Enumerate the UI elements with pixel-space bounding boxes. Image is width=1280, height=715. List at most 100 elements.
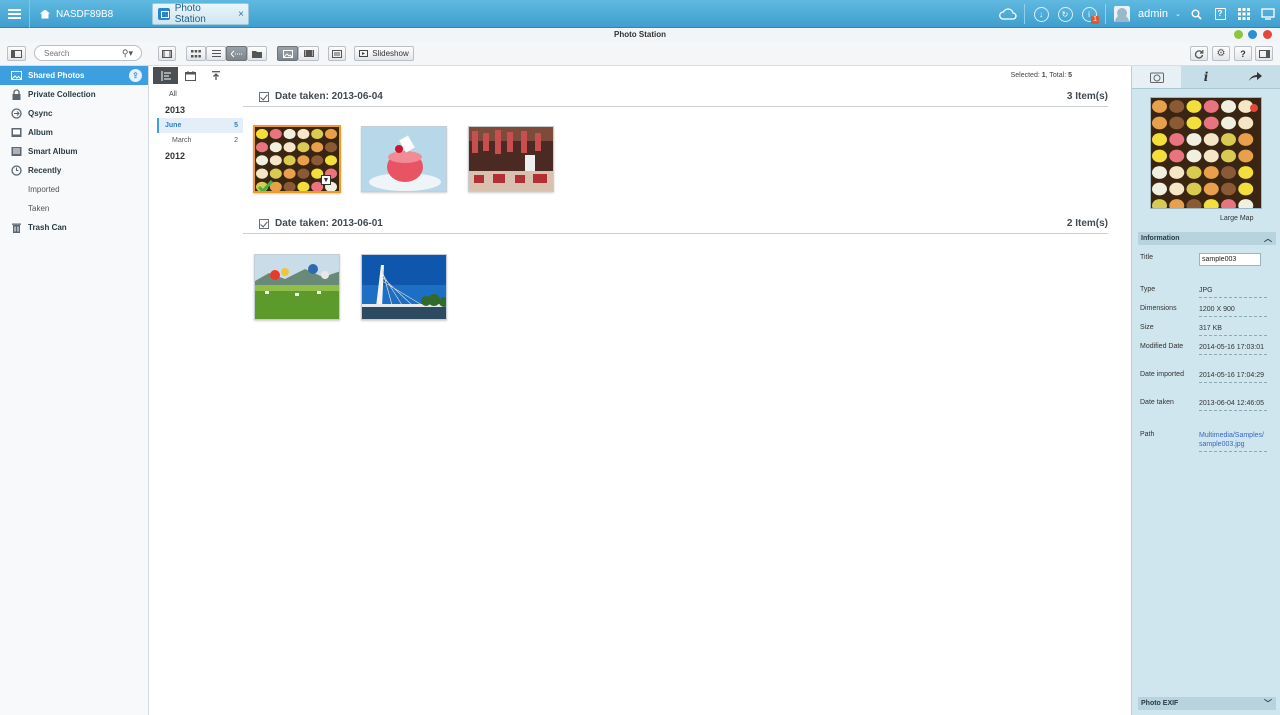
monitor-icon[interactable] [1256,0,1280,28]
timeline-nav: All 2013 June 5 March 2 2012 [150,66,243,715]
info-panel: i Large Map Information ︿ Title TypeJPG … [1131,66,1280,715]
tab-label: Photo Station [174,3,206,25]
title-field[interactable] [1199,253,1261,266]
group-title: Date taken: 2013-06-04 [275,91,383,102]
photo-exif-section-header[interactable]: Photo EXIF ﹀ [1138,697,1276,710]
sidebar-item-private-collection[interactable]: Private Collection [0,85,148,104]
user-avatar-icon[interactable] [1110,0,1134,28]
main-menu-button[interactable] [0,0,30,28]
photo-thumbnail[interactable] [254,254,340,320]
preview-tab[interactable] [1132,66,1182,88]
cloud-icon[interactable] [996,0,1020,28]
search-options-icon[interactable]: ⚲▾ [122,48,133,59]
sidebar-item-shared-photos[interactable]: Shared Photos ⇪ [0,66,148,85]
list-icon [211,50,221,57]
sidebar-item-label: Shared Photos [28,71,85,80]
sidebar-item-trash-can[interactable]: Trash Can [0,218,148,237]
date-group-header: Date taken: 2013-06-04 3 Item(s) [243,87,1108,107]
download-icon[interactable]: ↓ [1029,0,1053,28]
minimize-window-icon[interactable] [1234,30,1243,39]
sidebar-item-label: Album [28,128,53,137]
home-tab[interactable]: NASDF89B8 [32,3,144,25]
help-button[interactable]: ? [1234,46,1252,61]
toggle-sidebar-button[interactable] [7,46,26,61]
toolbar: ⚲▾ Slideshow ⚙ ? [0,42,1280,100]
info-tab[interactable]: i [1181,66,1230,88]
photo-station-tab[interactable]: Photo Station × [152,3,249,25]
sidebar-item-label: Qsync [28,109,53,118]
close-window-icon[interactable] [1263,30,1272,39]
photo-info-button[interactable] [328,46,346,61]
group-select-checkbox[interactable] [259,91,269,102]
timeline-month-june[interactable]: June 5 [157,118,243,133]
photo-preview[interactable] [1150,97,1262,209]
close-tab-icon[interactable]: × [238,9,244,20]
timeline-tab[interactable] [153,67,178,84]
search-box[interactable]: ⚲▾ [34,45,142,61]
thumbnail-view-button[interactable] [186,46,206,61]
slideshow-label: Slideshow [372,49,409,58]
slideshow-button[interactable]: Slideshow [354,46,414,61]
large-map-caption[interactable]: Large Map [1220,215,1253,222]
top-bar: NASDF89B8 Photo Station × ↓ ↻ i 1 admin … [0,0,1280,28]
toggle-right-panel-button[interactable] [1255,46,1273,61]
dashboard-icon[interactable] [1232,0,1256,28]
sidebar-item-album[interactable]: Album [0,123,148,142]
sync-status-icon[interactable]: ↻ [1053,0,1077,28]
photo-thumbnail[interactable] [468,126,554,192]
timeline-view-button[interactable] [226,46,247,61]
calendar-icon [185,70,196,81]
photo-menu-icon[interactable]: ▼ [321,175,331,185]
upload-tab[interactable] [203,67,228,84]
sidebar-item-smart-album[interactable]: Smart Album [0,142,148,161]
sidebar-item-taken[interactable]: Taken [0,199,148,218]
photo-thumbnail[interactable] [361,254,447,320]
photo-filter-button[interactable] [277,46,298,61]
chevron-down-icon: ﹀ [1264,699,1272,708]
calendar-tab[interactable] [178,67,203,84]
photo-grid: Selected: 1, Total: 5 Date taken: 2013-0… [243,66,1130,715]
share-icon[interactable]: ⇪ [129,69,142,82]
refresh-button[interactable] [1190,46,1208,61]
sidebar-item-imported[interactable]: Imported [0,180,148,199]
photo-thumbnail[interactable] [361,126,447,192]
share-arrow-icon [1249,72,1263,81]
gear-icon: ⚙ [1216,48,1226,59]
sidebar-item-label: Taken [28,204,50,213]
video-filter-button[interactable] [298,46,319,61]
info-icon: i [1203,70,1209,84]
photo-icon [1149,72,1164,83]
information-section-header[interactable]: Information ︿ [1138,232,1276,245]
notification-icon[interactable]: i 1 [1077,0,1101,28]
upload-icon [211,70,220,80]
timeline-month-march[interactable]: March 2 [157,133,243,148]
help-icon[interactable]: ? [1208,0,1232,28]
path-link[interactable]: Multimedia/Samples/sample003.jpg [1199,431,1267,452]
search-input[interactable] [44,48,120,58]
list-view-button[interactable] [206,46,226,61]
smart-album-icon [11,146,22,157]
window-title: Photo Station [614,30,666,39]
photo-thumbnail[interactable]: ▼ [253,125,341,193]
search-icon[interactable] [1184,0,1208,28]
window-title-bar: Photo Station [0,28,1280,42]
folder-view-button[interactable] [247,46,267,61]
chevron-down-icon[interactable]: ⌄ [1172,0,1184,28]
group-select-checkbox[interactable] [259,218,269,229]
album-icon [11,127,22,138]
timeline-year-2012[interactable]: 2012 [150,148,243,164]
sidebar: Shared Photos ⇪ Private Collection Qsync… [0,66,149,715]
share-tab[interactable] [1231,66,1280,88]
group-count: 2 Item(s) [1066,218,1108,229]
maximize-window-icon[interactable] [1248,30,1257,39]
filmstrip-view-button[interactable] [158,46,176,61]
timeline-all[interactable]: All [150,87,243,102]
settings-button[interactable]: ⚙ [1212,46,1230,61]
timeline-year-2013[interactable]: 2013 [150,102,243,118]
user-menu[interactable]: admin [1134,8,1172,20]
sidebar-item-recently[interactable]: Recently [0,161,148,180]
timeline-icon [161,70,171,81]
sidebar-item-qsync[interactable]: Qsync [0,104,148,123]
selection-status: Selected: 1, Total: 5 [1010,72,1072,79]
sync-icon [11,108,22,119]
